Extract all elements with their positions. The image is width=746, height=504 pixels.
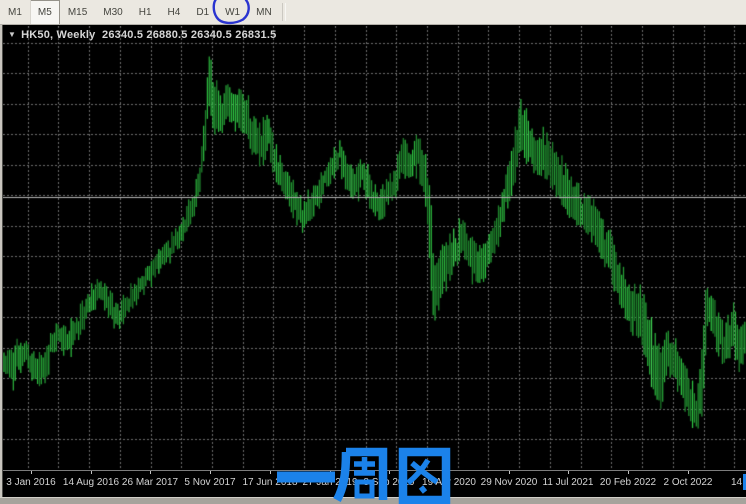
time-axis-label: 20 Feb 2022: [600, 477, 656, 488]
time-axis-tick: [270, 471, 271, 474]
time-axis-label: 26 Mar 2017: [122, 477, 178, 488]
time-axis-label: 2 Oct 2022: [664, 477, 713, 488]
time-axis-label: 17 Jun 2018: [242, 477, 297, 488]
timeframe-button-mn[interactable]: MN: [249, 0, 279, 24]
time-axis-label: 14 Aug 2016: [63, 477, 119, 488]
time-axis-tick: [628, 471, 629, 474]
timeframe-button-d1[interactable]: D1: [189, 0, 216, 24]
time-axis-label: 11 Jul 2021: [543, 477, 594, 488]
mt4-chart-window: M1M5M15M30H1H4D1W1MN ▼ HK50, Weekly 26340…: [0, 0, 746, 504]
time-axis-tick: [150, 471, 151, 474]
time-axis-tick: [31, 471, 32, 474]
time-axis-tick: [210, 471, 211, 474]
time-axis-tick: [688, 471, 689, 474]
time-axis-tick: [509, 471, 510, 474]
time-axis-tick: [91, 471, 92, 474]
time-axis-tick: [449, 471, 450, 474]
timeframe-toolbar: M1M5M15M30H1H4D1W1MN: [0, 0, 746, 25]
time-axis[interactable]: 3 Jan 2016 14 Aug 201626 Mar 2017 5 Nov 20…: [3, 470, 746, 497]
time-axis-label: 8 Sep 2019: [363, 477, 414, 488]
toolbar-divider: [282, 3, 286, 21]
time-axis-label: 29 Nov 2020: [481, 477, 538, 488]
time-axis-label: 3 Jan 2016: [6, 477, 56, 488]
time-axis-label: 27 Jan 2019: [302, 477, 357, 488]
time-axis-tick: [568, 471, 569, 474]
time-axis-tick: [389, 471, 390, 474]
time-axis-tick: [330, 471, 331, 474]
timeframe-button-h4[interactable]: H4: [161, 0, 188, 24]
timeframe-button-m15[interactable]: M15: [61, 0, 94, 24]
window-border-bottom: [0, 497, 746, 504]
chart-ohlc-title: ▼ HK50, Weekly 26340.5 26880.5 26340.5 26…: [8, 29, 276, 41]
symbol-period-label: HK50, Weekly: [21, 29, 95, 41]
ohlc-values: 26340.5 26880.5 26340.5 26831.5: [102, 29, 276, 41]
time-axis-label: 5 Nov 2017: [184, 477, 235, 488]
timeframe-button-m5[interactable]: M5: [31, 0, 59, 24]
timeframe-button-w1[interactable]: W1: [218, 0, 247, 24]
time-axis-label: 19 Apr 2020: [422, 477, 476, 488]
expand-arrow-icon[interactable]: ▼: [8, 30, 16, 39]
timeframe-button-h1[interactable]: H1: [132, 0, 159, 24]
timeframe-button-m1[interactable]: M1: [1, 0, 29, 24]
price-chart-canvas[interactable]: [3, 26, 746, 470]
timeframe-button-m30[interactable]: M30: [96, 0, 129, 24]
